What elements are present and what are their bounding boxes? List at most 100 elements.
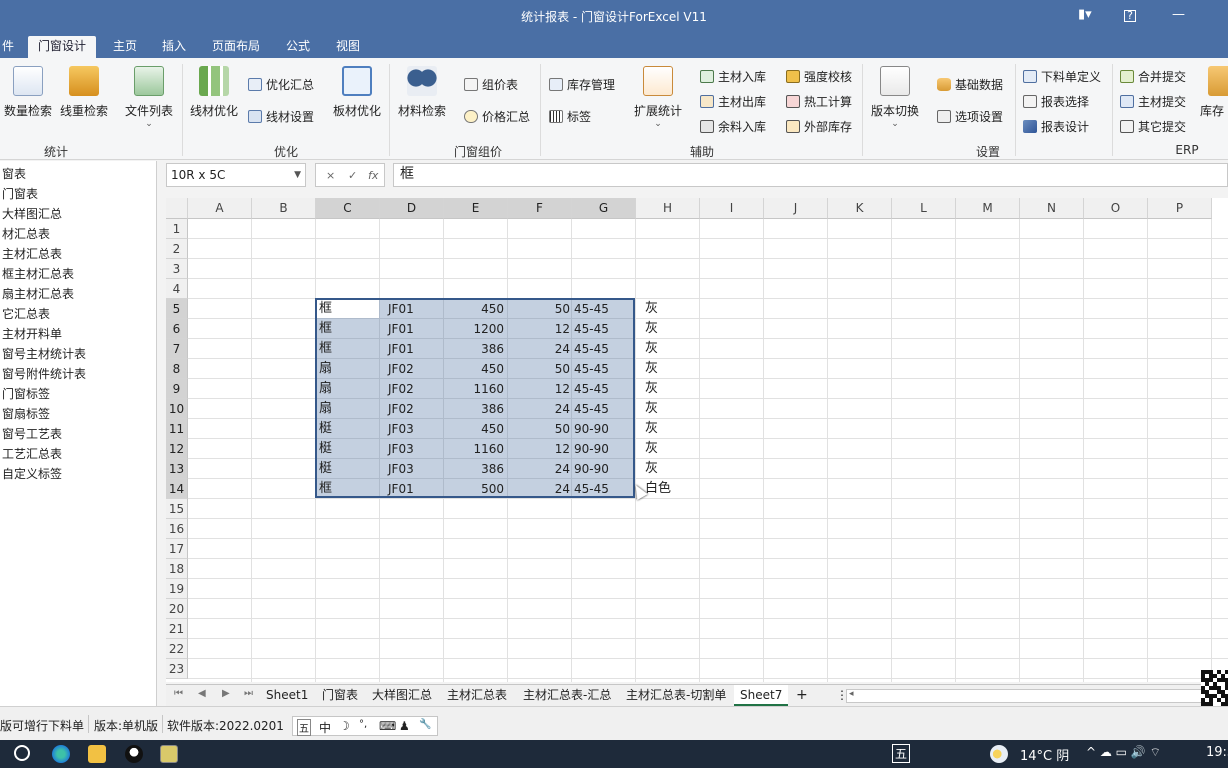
report-list-item[interactable]: 框主材汇总表 <box>2 264 74 284</box>
ribbon-display-icon[interactable]: ▮▾ <box>1078 7 1092 22</box>
tab-file[interactable]: 件 <box>0 38 24 58</box>
table-cell[interactable]: 梃 <box>316 419 380 439</box>
table-cell[interactable]: 45-45 <box>572 299 636 319</box>
strength-button[interactable]: 强度校核 <box>786 67 852 87</box>
table-cell[interactable]: 45-45 <box>572 359 636 379</box>
table-cell[interactable]: 50 <box>508 419 572 439</box>
cancel-icon[interactable]: × <box>326 169 335 182</box>
table-cell[interactable]: 386 <box>444 339 508 359</box>
ime-toolbar[interactable]: 五 中 ☽ °, ⌨ ♟ 🔧 <box>292 716 438 736</box>
weather-icon[interactable] <box>990 745 1008 763</box>
ext-inv-button[interactable]: 外部库存 <box>786 117 852 137</box>
row-header[interactable]: 6 <box>166 319 188 339</box>
table-cell[interactable]: 50 <box>508 299 572 319</box>
first-sheet-icon[interactable]: ⏮ <box>174 688 183 699</box>
row-header[interactable]: 8 <box>166 359 188 379</box>
sheet-tab-window-table[interactable]: 门窗表 <box>316 685 364 706</box>
sheet-tab-main-summary-total[interactable]: 主材汇总表-汇总 <box>517 685 617 706</box>
sheet-tab-sheet1[interactable]: Sheet1 <box>260 685 314 706</box>
row-header[interactable]: 19 <box>166 579 188 599</box>
report-list-item[interactable]: 窗扇标签 <box>2 404 50 424</box>
row-header[interactable]: 1 <box>166 219 188 239</box>
column-header[interactable]: F <box>508 198 572 219</box>
table-cell[interactable]: 框 <box>316 339 380 359</box>
ime-wrench-icon[interactable]: 🔧 <box>419 719 431 730</box>
tab-home[interactable]: 主页 <box>103 38 147 58</box>
rem-in-button[interactable]: 余料入库 <box>700 117 766 137</box>
table-cell[interactable]: JF01 <box>380 479 444 499</box>
table-cell[interactable]: 386 <box>444 459 508 479</box>
report-list-item[interactable]: 大样图汇总 <box>2 204 62 224</box>
cut-def-button[interactable]: 下料单定义 <box>1023 67 1101 87</box>
report-list-item[interactable]: 自定义标签 <box>2 464 62 484</box>
table-cell[interactable]: 梃 <box>316 439 380 459</box>
column-header[interactable]: A <box>188 198 252 219</box>
report-list-item[interactable]: 窗号主材统计表 <box>2 344 86 364</box>
fx-icon[interactable]: fx <box>368 169 378 182</box>
table-cell[interactable]: 24 <box>508 399 572 419</box>
sheet-tab-main-summary-cut[interactable]: 主材汇总表-切割单 <box>620 685 732 706</box>
column-header[interactable]: L <box>892 198 956 219</box>
row-header[interactable]: 4 <box>166 279 188 299</box>
report-list-item[interactable]: 主材开料单 <box>2 324 62 344</box>
select-all-corner[interactable] <box>166 198 188 219</box>
table-cell[interactable]: 45-45 <box>572 319 636 339</box>
formula-input[interactable]: 框 <box>393 163 1228 187</box>
edge-browser-icon[interactable] <box>52 745 70 763</box>
row-header[interactable]: 13 <box>166 459 188 479</box>
row-header[interactable]: 17 <box>166 539 188 559</box>
column-header[interactable]: O <box>1084 198 1148 219</box>
ime-moon-icon[interactable]: ☽ <box>339 719 350 733</box>
table-cell[interactable]: 扇 <box>316 399 380 419</box>
row-header[interactable]: 21 <box>166 619 188 639</box>
minimize-button[interactable]: — <box>1172 7 1185 22</box>
table-cell[interactable]: 灰 <box>636 359 716 379</box>
next-sheet-icon[interactable]: ▶ <box>222 688 230 699</box>
file-list-button[interactable]: 文件列表 ⌄ <box>121 66 177 129</box>
table-cell[interactable]: 灰 <box>636 399 716 419</box>
dropdown-arrow-icon[interactable]: ▼ <box>294 164 301 186</box>
label-button[interactable]: 标签 <box>549 107 591 127</box>
base-data-button[interactable]: 基础数据 <box>937 75 1003 95</box>
table-cell[interactable]: 1160 <box>444 439 508 459</box>
report-list-item[interactable]: 窗表 <box>2 164 26 184</box>
sheet-tab-main-summary[interactable]: 主材汇总表 <box>441 685 513 706</box>
column-header[interactable]: M <box>956 198 1020 219</box>
name-box[interactable]: 10R x 5C ▼ <box>166 163 306 187</box>
table-cell[interactable]: 12 <box>508 379 572 399</box>
sheet-tab-sheet7[interactable]: Sheet7 <box>734 685 789 706</box>
table-cell[interactable]: 45-45 <box>572 399 636 419</box>
table-cell[interactable]: 12 <box>508 439 572 459</box>
horizontal-scrollbar[interactable]: ◂ <box>846 689 1206 703</box>
table-cell[interactable]: 24 <box>508 339 572 359</box>
column-header[interactable]: P <box>1148 198 1212 219</box>
column-header[interactable]: N <box>1020 198 1084 219</box>
row-header[interactable]: 20 <box>166 599 188 619</box>
file-explorer-icon[interactable] <box>88 745 106 763</box>
other-submit-button[interactable]: 其它提交 <box>1120 117 1186 137</box>
line-setting-button[interactable]: 线材设置 <box>248 107 314 127</box>
wt-search-button[interactable]: 线重检索 <box>56 66 112 119</box>
ime-wubi-icon[interactable]: 五 <box>297 719 311 736</box>
report-sel-button[interactable]: 报表选择 <box>1023 92 1089 112</box>
price-summary-button[interactable]: 价格汇总 <box>464 107 530 127</box>
main-submit-button[interactable]: 主材提交 <box>1120 92 1186 112</box>
column-header[interactable]: B <box>252 198 316 219</box>
taskbar-clock[interactable]: 19:5 <box>1206 745 1228 760</box>
table-cell[interactable]: 灰 <box>636 339 716 359</box>
table-cell[interactable]: 框 <box>316 299 380 319</box>
table-cell[interactable]: 白色 <box>636 479 716 499</box>
version-button[interactable]: 版本切换 ⌄ <box>867 66 923 129</box>
taskbar-ime-indicator[interactable]: 五 <box>892 744 911 763</box>
row-header[interactable]: 16 <box>166 519 188 539</box>
report-list-item[interactable]: 它汇总表 <box>2 304 50 324</box>
row-header[interactable]: 23 <box>166 659 188 679</box>
prev-sheet-icon[interactable]: ◀ <box>198 688 206 699</box>
table-cell[interactable]: 灰 <box>636 459 716 479</box>
table-cell[interactable]: 500 <box>444 479 508 499</box>
merge-submit-button[interactable]: 合并提交 <box>1120 67 1186 87</box>
table-cell[interactable]: 90-90 <box>572 439 636 459</box>
mat-search-button[interactable]: 材料检索 <box>394 66 450 119</box>
table-cell[interactable]: JF01 <box>380 319 444 339</box>
column-header[interactable]: G <box>572 198 636 219</box>
